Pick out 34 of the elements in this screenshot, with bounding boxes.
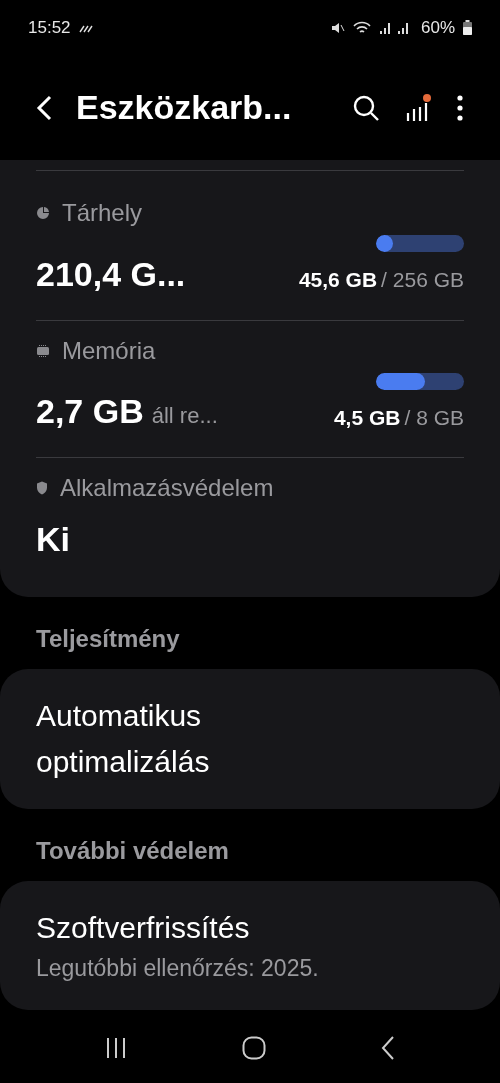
row-value-note: áll re...	[151, 402, 218, 430]
back-nav-icon[interactable]	[380, 1035, 395, 1060]
settings-item[interactable]: Szoftverfrissítés Legutóbbi ellenőrzés: 2025.	[0, 881, 500, 1010]
item-title: Automatikus optimalizálás	[36, 698, 211, 780]
battery-percent: 60%	[420, 16, 455, 39]
total-amount: / 8 GB	[404, 404, 464, 431]
status-time: 15:52	[28, 16, 71, 39]
row-label: Memória	[62, 335, 156, 366]
row-value: 2,7 GB	[36, 391, 144, 432]
item-title: Szoftverfrissítés	[36, 910, 251, 946]
more-icon[interactable]	[456, 94, 464, 121]
row-value: Ki	[36, 520, 70, 558]
mute-icon	[330, 20, 345, 35]
used-amount: 4,5 GB	[333, 404, 401, 431]
battery-icon	[463, 20, 472, 35]
section-header: További védelem	[35, 836, 230, 866]
total-amount: / 256 GB	[381, 267, 464, 293]
search-icon[interactable]	[352, 93, 380, 122]
back-icon[interactable]	[36, 94, 52, 121]
wifi-icon	[352, 20, 371, 35]
shield-icon	[36, 481, 48, 495]
row-value: 210,4 G...	[36, 253, 186, 295]
bar-chart-icon[interactable]	[404, 92, 432, 123]
settings-item[interactable]: Automatikus optimalizálás	[0, 669, 500, 809]
item-subtitle: Legutóbbi ellenőrzés: 2025.	[36, 954, 320, 983]
used-amount: 45,6 GB	[298, 267, 378, 293]
page-title: Eszközkarb...	[76, 87, 293, 128]
chip-icon	[36, 343, 50, 358]
pie-chart-icon	[36, 206, 50, 220]
row-label: Tárhely	[62, 198, 143, 228]
recent-apps-icon[interactable]	[105, 1036, 128, 1059]
home-icon[interactable]	[242, 1035, 266, 1060]
section-header: Teljesítmény	[35, 624, 181, 654]
row-label: Alkalmazásvédelem	[60, 473, 274, 503]
